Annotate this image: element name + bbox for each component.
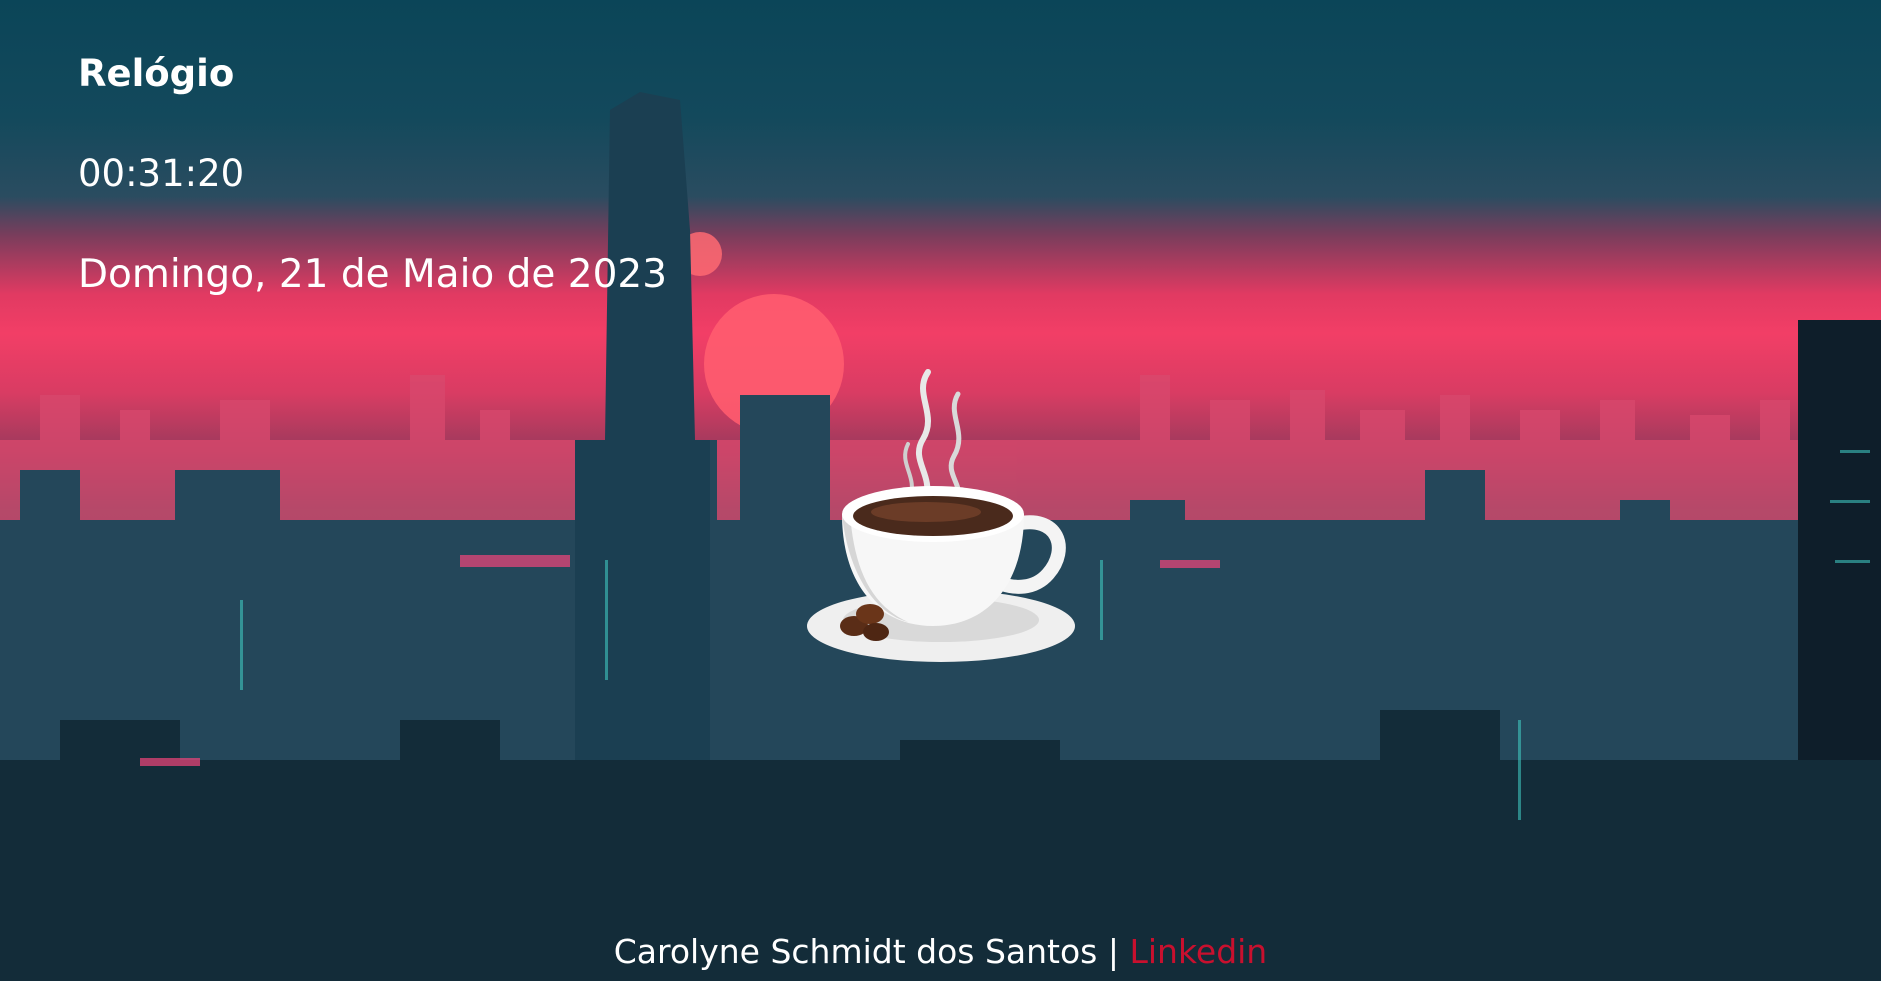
clock-date: Domingo, 21 de Maio de 2023 — [78, 252, 668, 297]
footer-separator: | — [1097, 932, 1130, 971]
author-name: Carolyne Schmidt dos Santos — [613, 932, 1098, 971]
linkedin-link[interactable]: Linkedin — [1129, 932, 1267, 971]
clock-title: Relógio — [78, 52, 235, 95]
clock-page: Relógio 00:31:20 Domingo, 21 de Maio de … — [0, 0, 1881, 981]
clock-time: 00:31:20 — [78, 152, 245, 195]
coffee-cup-icon — [807, 369, 1075, 662]
footer-credit: Carolyne Schmidt dos Santos | Linkedin — [0, 932, 1881, 971]
